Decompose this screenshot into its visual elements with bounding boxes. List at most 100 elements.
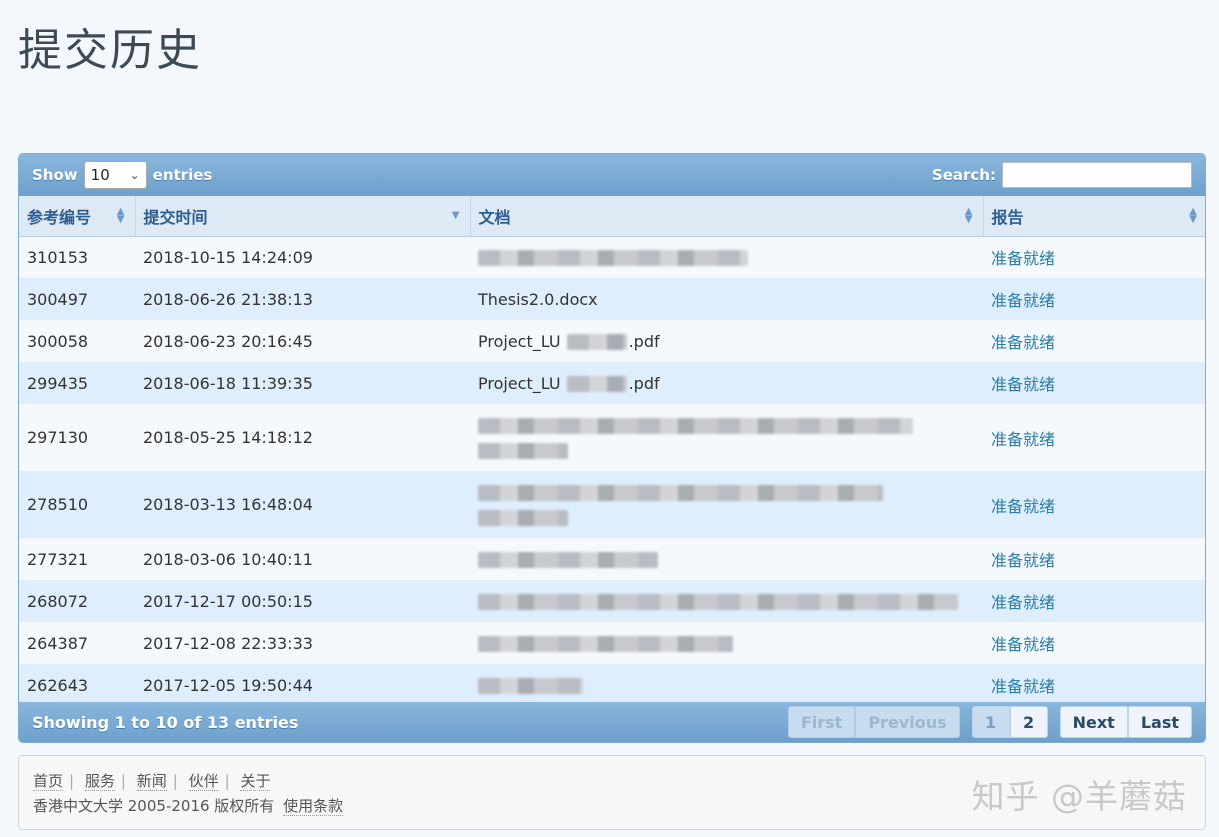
previous-page-button[interactable]: Previous <box>855 706 960 738</box>
document-cell <box>470 236 983 278</box>
table-row: 268072 2017-12-17 00:50:15 准备就绪 <box>19 580 1205 622</box>
submit-time-cell: 2018-05-25 14:18:12 <box>135 404 470 471</box>
report-link[interactable]: 准备就绪 <box>983 580 1205 622</box>
ref-id-cell: 264387 <box>19 622 135 664</box>
pagination: First Previous 1 2 Next Last <box>787 706 1192 738</box>
submit-time-cell: 2018-03-13 16:48:04 <box>135 471 470 538</box>
page-2-button[interactable]: 2 <box>1009 706 1048 738</box>
redacted-document-name <box>566 376 627 392</box>
show-label: Show <box>32 166 78 184</box>
entries-info: Showing 1 to 10 of 13 entries <box>32 712 299 732</box>
footer-link-news[interactable]: 新闻 <box>136 772 167 791</box>
report-link[interactable]: 准备就绪 <box>983 471 1205 538</box>
submit-time-cell: 2018-03-06 10:40:11 <box>135 538 470 580</box>
submit-time-cell: 2017-12-17 00:50:15 <box>135 580 470 622</box>
report-link[interactable]: 准备就绪 <box>983 538 1205 580</box>
document-name: Project_LU <box>478 331 561 351</box>
watermark: 知乎 @羊蘑菇 <box>971 777 1187 816</box>
search-input[interactable] <box>1002 162 1192 188</box>
entries-per-page-select[interactable]: 10 ⌄ <box>83 161 147 189</box>
ref-id-cell: 299435 <box>19 362 135 404</box>
column-header-report[interactable]: 报告 ▲ ▼ <box>983 196 1205 237</box>
table-bottom-toolbar: Showing 1 to 10 of 13 entries First Prev… <box>19 702 1205 742</box>
report-link[interactable]: 准备就绪 <box>983 664 1205 706</box>
page-title: 提交历史 <box>18 25 202 76</box>
entries-label: entries <box>152 166 213 184</box>
next-page-button[interactable]: Next <box>1059 706 1128 738</box>
table-header-row: 参考编号 ▲ ▼ 提交时间 ▼ 文档 ▲ ▼ 报告 ▲ ▼ <box>19 196 1205 237</box>
document-cell <box>470 471 983 538</box>
submit-time-cell: 2018-06-26 21:38:13 <box>135 278 470 320</box>
document-extension: .pdf <box>628 331 660 351</box>
document-cell: Project_LU .pdf <box>470 362 983 404</box>
ref-id-cell: 278510 <box>19 471 135 538</box>
column-header-ref-id[interactable]: 参考编号 ▲ ▼ <box>19 196 136 237</box>
submit-time-cell: 2018-06-23 20:16:45 <box>135 320 470 362</box>
table-row: 299435 2018-06-18 11:39:35 Project_LU .pdf 准… <box>19 362 1205 404</box>
report-link[interactable]: 准备就绪 <box>983 320 1205 362</box>
footer-link-services[interactable]: 服务 <box>84 772 115 791</box>
table-row: 297130 2018-05-25 14:18:12 准备就绪 <box>19 404 1205 471</box>
entries-per-page-value: 10 <box>90 166 110 184</box>
submit-time-cell: 2018-06-18 11:39:35 <box>135 362 470 404</box>
report-link[interactable]: 准备就绪 <box>983 236 1205 278</box>
sort-both-icon: ▲ ▼ <box>116 206 125 225</box>
table-row: 262643 2017-12-05 19:50:44 准备就绪 <box>19 664 1205 706</box>
table-row: 277321 2018-03-06 10:40:11 准备就绪 <box>19 538 1205 580</box>
table-row: 300058 2018-06-23 20:16:45 Project_LU .pdf 准… <box>19 320 1205 362</box>
page-1-button[interactable]: 1 <box>971 706 1010 738</box>
redacted-document-name <box>478 552 658 568</box>
submission-history-table: Show 10 ⌄ entries Search: 参考编号 ▲ ▼ 提交时间 ▼ 文… <box>18 153 1206 743</box>
report-link[interactable]: 准备就绪 <box>983 362 1205 404</box>
first-page-button[interactable]: First <box>787 706 856 738</box>
data-table: 参考编号 ▲ ▼ 提交时间 ▼ 文档 ▲ ▼ 报告 ▲ ▼ 310153 2018-10-15 … <box>19 196 1205 706</box>
submit-time-cell: 2017-12-08 22:33:33 <box>135 622 470 664</box>
table-row: 300497 2018-06-26 21:38:13 Thesis2.0.docx 准… <box>19 278 1205 320</box>
document-cell <box>470 580 983 622</box>
terms-of-use-link[interactable]: 使用条款 <box>283 797 344 816</box>
sort-both-icon: ▲ ▼ <box>1189 206 1197 225</box>
redacted-document-name <box>478 510 568 526</box>
table-row: 310153 2018-10-15 14:24:09 准备就绪 <box>19 236 1205 278</box>
table-top-toolbar: Show 10 ⌄ entries Search: <box>19 154 1205 196</box>
table-row: 278510 2018-03-13 16:48:04 准备就绪 <box>19 471 1205 538</box>
column-header-submit-time[interactable]: 提交时间 ▼ <box>135 196 471 237</box>
redacted-document-name <box>478 485 883 501</box>
ref-id-cell: 297130 <box>19 404 135 471</box>
last-page-button[interactable]: Last <box>1127 706 1192 738</box>
report-link[interactable]: 准备就绪 <box>983 278 1205 320</box>
document-cell: Project_LU .pdf <box>470 320 983 362</box>
document-cell <box>470 404 983 471</box>
document-extension: .pdf <box>628 373 660 393</box>
submit-time-cell: 2018-10-15 14:24:09 <box>135 236 470 278</box>
sort-both-icon: ▲ ▼ <box>964 206 973 225</box>
footer-link-partners[interactable]: 伙伴 <box>188 772 219 791</box>
document-cell <box>470 622 983 664</box>
search-label: Search: <box>931 166 996 184</box>
column-header-document[interactable]: 文档 ▲ ▼ <box>470 196 984 237</box>
submit-time-cell: 2017-12-05 19:50:44 <box>135 664 470 706</box>
document-cell <box>470 664 983 706</box>
ref-id-cell: 268072 <box>19 580 135 622</box>
redacted-document-name <box>478 594 958 610</box>
chevron-down-icon: ⌄ <box>129 168 140 182</box>
ref-id-cell: 300497 <box>19 278 135 320</box>
ref-id-cell: 310153 <box>19 236 135 278</box>
redacted-document-name <box>478 250 748 267</box>
footer-link-home[interactable]: 首页 <box>33 772 64 791</box>
length-control: Show 10 ⌄ entries <box>32 161 212 189</box>
redacted-document-name <box>478 418 913 434</box>
redacted-document-name <box>566 334 627 350</box>
search-control: Search: <box>932 162 1192 188</box>
footer-link-about[interactable]: 关于 <box>240 772 271 791</box>
redacted-document-name <box>478 636 733 652</box>
ref-id-cell: 262643 <box>19 664 135 706</box>
document-name: Project_LU <box>478 373 561 393</box>
report-link[interactable]: 准备就绪 <box>983 622 1205 664</box>
redacted-document-name <box>478 678 583 694</box>
document-cell <box>470 538 983 580</box>
table-body: 310153 2018-10-15 14:24:09 准备就绪 300497 2018-… <box>19 236 1205 706</box>
report-link[interactable]: 准备就绪 <box>983 404 1205 471</box>
table-row: 264387 2017-12-08 22:33:33 准备就绪 <box>19 622 1205 664</box>
ref-id-cell: 300058 <box>19 320 135 362</box>
